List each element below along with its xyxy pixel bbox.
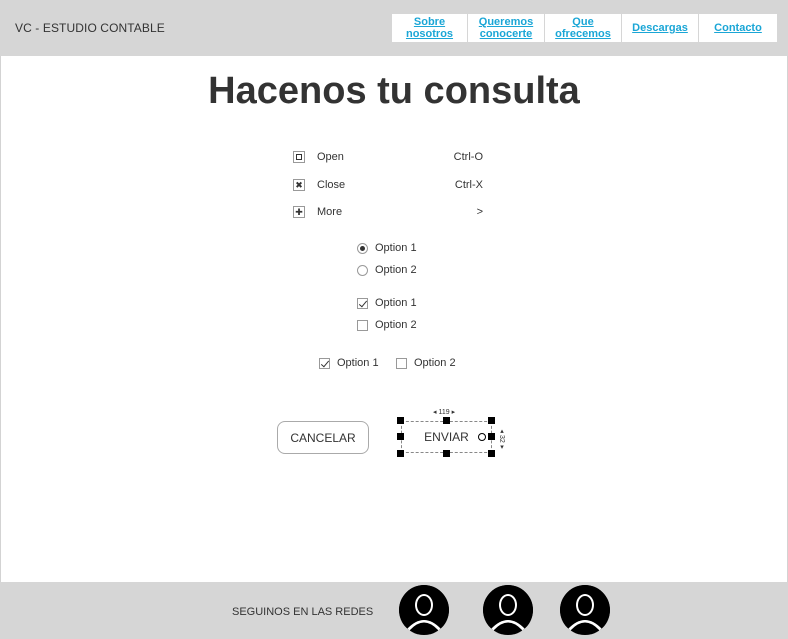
radio-label: Option 2 — [375, 264, 417, 276]
resize-handle-nw[interactable] — [397, 417, 404, 424]
nav-link-sobre-nosotros[interactable]: Sobre nosotros — [392, 14, 468, 42]
checkbox-label: Option 2 — [375, 319, 417, 331]
checkbox-label: Option 1 — [337, 357, 379, 369]
radio-label: Option 1 — [375, 242, 417, 254]
rotate-handle[interactable] — [478, 433, 486, 441]
nav-link-queremos-conocerte[interactable]: Queremos conocerte — [468, 14, 545, 42]
nav-link-contacto[interactable]: Contacto — [699, 14, 777, 42]
checkbox-option-2[interactable]: Option 2 — [357, 318, 417, 332]
checkbox[interactable] — [319, 357, 330, 369]
menu-item-shortcut: > — [476, 206, 483, 218]
close-icon: ✖ — [293, 179, 305, 191]
checkbox-option-1[interactable]: Option 1 — [357, 296, 417, 310]
user-avatar-icon — [399, 585, 449, 635]
nav-link-que-ofrecemos[interactable]: Que ofrecemos — [545, 14, 622, 42]
resize-handle-se[interactable] — [488, 450, 495, 457]
radio-option-1[interactable]: Option 1 — [357, 241, 417, 255]
social-avatar-1[interactable] — [399, 585, 449, 635]
checkbox-label: Option 2 — [414, 357, 456, 369]
checkbox[interactable] — [396, 357, 407, 369]
menu-item-more[interactable]: ✚ More > — [293, 205, 483, 219]
social-avatar-3[interactable] — [560, 585, 610, 635]
footer-social-label: SEGUINOS EN LAS REDES — [232, 606, 374, 618]
menu-item-label: More — [317, 206, 343, 218]
nav-link-descargas[interactable]: Descargas — [622, 14, 699, 42]
social-avatar-2[interactable] — [483, 585, 533, 635]
resize-handle-ne[interactable] — [488, 417, 495, 424]
checkbox-inline-option-2[interactable]: Option 2 — [396, 356, 456, 370]
menu-item-shortcut: Ctrl-X — [454, 179, 483, 191]
radio-option-2[interactable]: Option 2 — [357, 263, 417, 277]
menu-item-close[interactable]: ✖ Close Ctrl-X — [293, 178, 483, 192]
page-title: Hacenos tu consulta — [208, 70, 580, 112]
radio-button[interactable] — [357, 242, 368, 254]
header: VC - ESTUDIO CONTABLE Sobre nosotros Que… — [0, 0, 788, 56]
height-dimension-label: ▴32▾ — [498, 427, 505, 451]
checkbox-label: Option 1 — [375, 297, 417, 309]
resize-handle-w[interactable] — [397, 433, 404, 440]
resize-handle-n[interactable] — [443, 417, 450, 424]
checkbox[interactable] — [357, 297, 368, 309]
checkbox[interactable] — [357, 319, 368, 331]
footer: SEGUINOS EN LAS REDES — [0, 582, 788, 639]
menu-item-label: Close — [317, 179, 346, 191]
resize-handle-e[interactable] — [488, 433, 495, 440]
radio-button[interactable] — [357, 264, 368, 276]
menu-item-shortcut: Ctrl-O — [453, 151, 483, 163]
checkbox-inline-option-1[interactable]: Option 1 — [319, 356, 379, 370]
cancel-button[interactable]: CANCELAR — [277, 421, 369, 454]
user-avatar-icon — [483, 585, 533, 635]
resize-handle-s[interactable] — [443, 450, 450, 457]
menu-item-label: Open — [317, 151, 344, 163]
main-nav: Sobre nosotros Queremos conocerte Que of… — [392, 14, 777, 42]
user-avatar-icon — [560, 585, 610, 635]
plus-icon: ✚ — [293, 206, 305, 218]
resize-handle-sw[interactable] — [397, 450, 404, 457]
menu-item-open[interactable]: Open Ctrl-O — [293, 150, 483, 164]
width-dimension-label: ◂ 119 ▸ — [433, 409, 456, 416]
open-icon — [293, 151, 305, 163]
brand-name: VC - ESTUDIO CONTABLE — [15, 21, 165, 35]
